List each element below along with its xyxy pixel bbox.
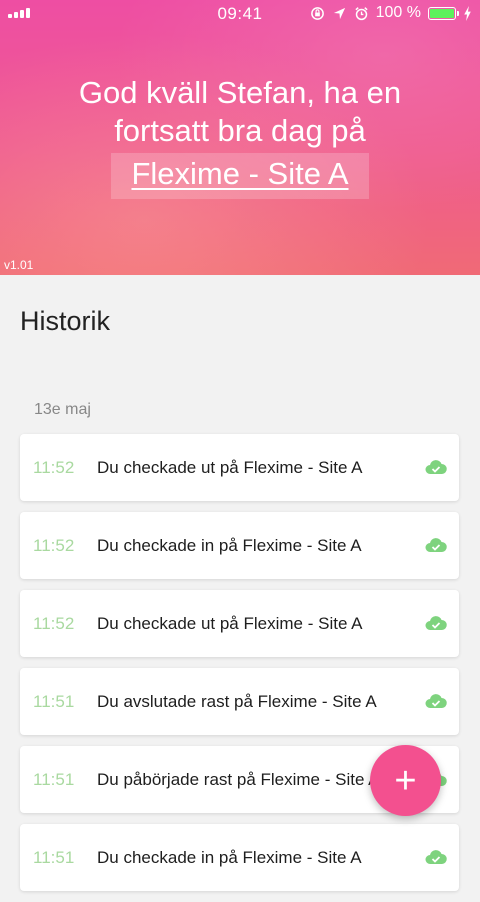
status-bar: 09:41 100 % (0, 0, 480, 28)
history-item[interactable]: 11:52 Du checkade ut på Flexime - Site A (20, 590, 459, 657)
history-item-time: 11:51 (33, 692, 75, 711)
app-version: v1.01 (4, 258, 34, 272)
history-list: 11:52 Du checkade ut på Flexime - Site A… (20, 434, 459, 902)
alarm-icon (355, 6, 368, 20)
header-banner: 09:41 100 % God kväll Stefan, ha en fort… (0, 0, 480, 275)
cloud-check-icon (425, 616, 447, 630)
history-item-text: Du checkade in på Flexime - Site A (97, 536, 362, 555)
cloud-check-icon (425, 538, 447, 552)
cloud-check-icon (425, 850, 447, 864)
history-item-text: Du påbörjade rast på Flexime - Site A (97, 770, 380, 789)
plus-icon: + (394, 759, 417, 802)
history-item[interactable]: 11:51 Du checkade in på Flexime - Site A (20, 824, 459, 891)
battery-icon (428, 6, 459, 20)
history-item-text: Du checkade ut på Flexime - Site A (97, 458, 363, 477)
history-item-time: 11:51 (33, 848, 75, 867)
history-item[interactable]: 11:52 Du checkade in på Flexime - Site A (20, 512, 459, 579)
greeting-text: God kväll Stefan, ha en fortsatt bra dag… (78, 75, 402, 148)
history-item-time: 11:52 (33, 614, 75, 633)
add-button[interactable]: + (370, 745, 441, 816)
history-item[interactable]: 11:51 Du avslutade rast på Flexime - Sit… (20, 668, 459, 735)
history-title: Historik (20, 306, 111, 336)
orientation-lock-icon (310, 6, 324, 20)
location-icon (333, 7, 345, 19)
history-item[interactable]: 11:52 Du checkade ut på Flexime - Site A (20, 434, 459, 501)
history-item-text: Du checkade in på Flexime - Site A (97, 848, 362, 867)
cloud-check-icon (425, 460, 447, 474)
cloud-check-icon (425, 694, 447, 708)
greeting: God kväll Stefan, ha en fortsatt bra dag… (40, 74, 440, 199)
history-item-text: Du avslutade rast på Flexime - Site A (97, 692, 377, 711)
site-link[interactable]: Flexime - Site A (111, 153, 369, 199)
history-item-time: 11:52 (33, 458, 75, 477)
history-date: 13e maj (34, 401, 91, 418)
history-item-time: 11:52 (33, 536, 75, 555)
history-item-time: 11:51 (33, 770, 75, 789)
battery-percent: 100 % (375, 4, 421, 21)
history-item-text: Du checkade ut på Flexime - Site A (97, 614, 363, 633)
charging-icon (464, 5, 471, 21)
